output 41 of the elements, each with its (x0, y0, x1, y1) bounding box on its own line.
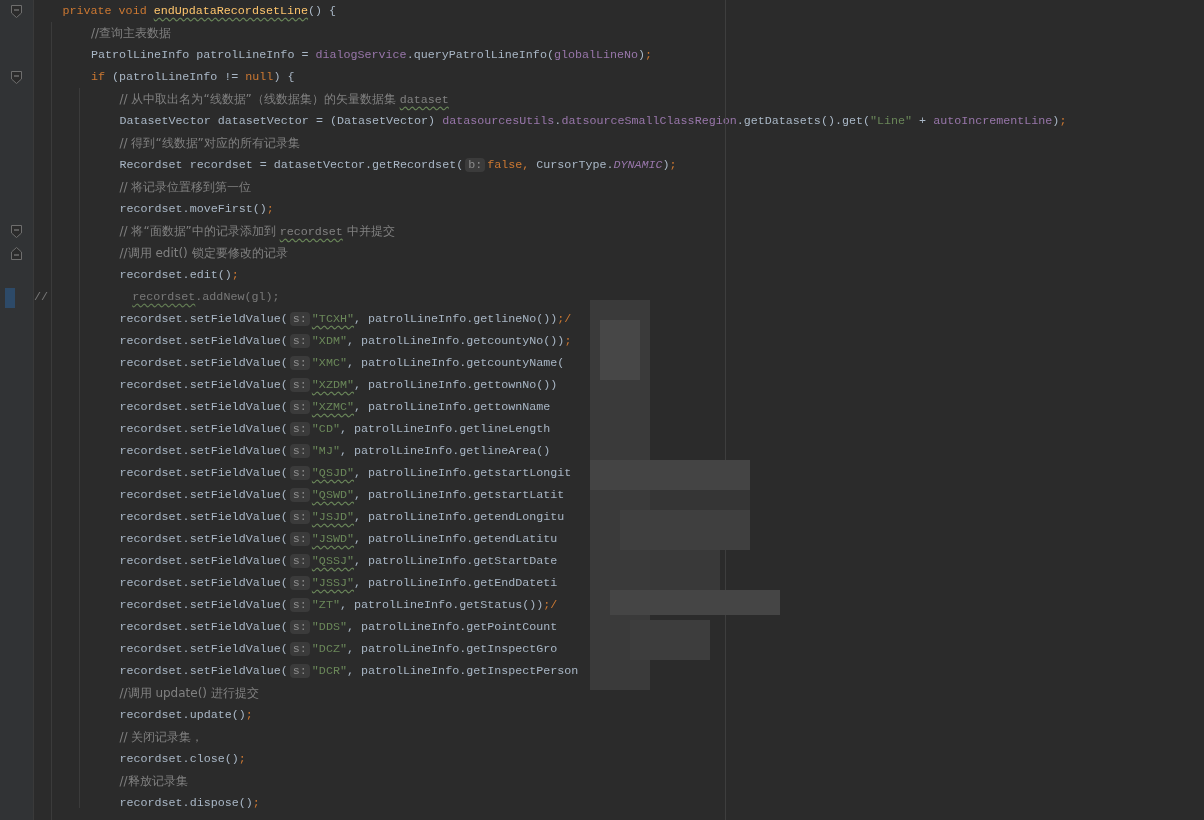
code-line: // 得到“线数据”对应的所有记录集 (119, 134, 300, 152)
code-line: recordset.setFieldValue( s: "ZT", patrolLineInfo.getStatus());/ (119, 597, 558, 614)
code-line: // 从中取出名为“线数据”（线数据集）的矢量数据集 dataset (119, 90, 449, 109)
code-line: recordset.close(); (119, 751, 246, 768)
code-line: // 关闭记录集， (119, 728, 204, 746)
code-line: recordset.setFieldValue( s: "QSJD", patrolLineInfo.getstartLongit (119, 465, 572, 482)
code-line: recordset.setFieldValue( s: "CD", patrolLineInfo.getlineLength (119, 421, 551, 438)
commented-code-line: // recordset.addNew(gl); (34, 289, 280, 306)
fold-icon[interactable] (11, 4, 22, 18)
code-line: recordset.setFieldValue( s: "XMC", patrolLineInfo.getcountyName( (119, 355, 565, 372)
code-line: recordset.setFieldValue( s: "JSSJ", patrolLineInfo.getEndDateti (119, 575, 558, 592)
code-line: recordset.setFieldValue( s: "XZDM", patrolLineInfo.gettownNo()) (119, 377, 558, 394)
code-line: recordset.setFieldValue( s: "XDM", patrolLineInfo.getcountyNo()); (119, 333, 572, 350)
fold-icon[interactable] (11, 246, 22, 260)
code-line: //释放记录集 (119, 772, 188, 790)
code-line: recordset.setFieldValue( s: "DCZ", patrolLineInfo.getInspectGro (119, 641, 558, 658)
code-line: recordset.setFieldValue( s: "MJ", patrolLineInfo.getlineArea() (119, 443, 551, 460)
code-line: recordset.setFieldValue( s: "JSJD", patrolLineInfo.getendLongitu (119, 509, 565, 526)
code-line: PatrolLineInfo patrolLineInfo = dialogService.queryPatrolLineInfo(globalLineNo); (91, 47, 653, 64)
code-line: //调用 edit() 锁定要修改的记录 (119, 244, 288, 262)
code-line: //调用 update() 进行提交 (119, 684, 259, 702)
code-line: // 将“面数据”中的记录添加到 recordset 中并提交 (119, 222, 395, 241)
code-line: recordset.setFieldValue( s: "QSSJ", patrolLineInfo.getStartDate (119, 553, 558, 570)
code-line: //查询主表数据 (91, 24, 172, 42)
code-line: recordset.setFieldValue( s: "XZMC", patrolLineInfo.gettownName (119, 399, 551, 416)
code-line: recordset.setFieldValue( s: "QSWD", patrolLineInfo.getstartLatit (119, 487, 565, 504)
code-line: if (patrolLineInfo != null) { (91, 69, 295, 86)
code-line: private void endUpdataRecordsetLine() { (62, 3, 337, 20)
code-line: Recordset recordset = datasetVector.getRecordset( b: false, CursorType.DYNAMIC); (119, 157, 677, 174)
code-line: recordset.setFieldValue( s: "DCR", patrolLineInfo.getInspectPerson (119, 663, 579, 680)
code-line: DatasetVector datasetVector = (DatasetVector) datasourcesUtils.datsourceSmallClassRegion.getDatasets().get("Line" + autoIncrementLine); (119, 113, 1067, 130)
fold-icon[interactable] (11, 224, 22, 238)
code-line: recordset.setFieldValue( s: "DDS", patrolLineInfo.getPointCount (119, 619, 558, 636)
code-line: // 将记录位置移到第一位 (119, 178, 252, 196)
fold-icon[interactable] (11, 70, 22, 84)
code-line: recordset.dispose(); (119, 795, 260, 812)
code-line: recordset.setFieldValue( s: "TCXH", patrolLineInfo.getlineNo());/ (119, 311, 572, 328)
code-line: recordset.update(); (119, 707, 253, 724)
code-line: recordset.edit(); (119, 267, 239, 284)
code-line: recordset.setFieldValue( s: "JSWD", patrolLineInfo.getendLatitu (119, 531, 558, 548)
code-line: recordset.moveFirst(); (119, 201, 274, 218)
